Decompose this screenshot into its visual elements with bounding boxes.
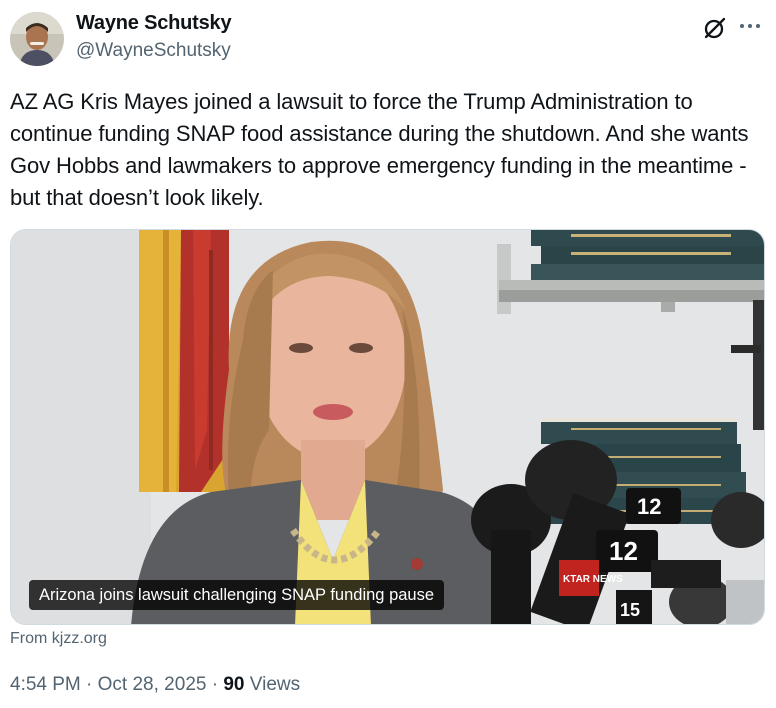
meta-separator-1: · bbox=[80, 674, 98, 695]
views-label[interactable]: Views bbox=[244, 674, 300, 695]
flag-graphic bbox=[139, 230, 229, 492]
more-horizontal-icon bbox=[740, 24, 760, 28]
meta-separator-2: · bbox=[206, 674, 224, 695]
author-name[interactable]: Wayne Schutsky bbox=[76, 12, 232, 35]
views-count[interactable]: 90 bbox=[223, 674, 244, 695]
card-caption: Arizona joins lawsuit challenging SNAP f… bbox=[29, 580, 445, 610]
mic-flag-label-4: 15 bbox=[620, 600, 640, 620]
tweet-header: Wayne Schutsky @WayneSchutsky bbox=[0, 0, 776, 80]
more-button[interactable] bbox=[735, 11, 765, 41]
grok-button[interactable] bbox=[700, 13, 730, 43]
tweet-meta: 4:54 PM · Oct 28, 2025 · 90 Views bbox=[10, 674, 300, 696]
tweet-text: AZ AG Kris Mayes joined a lawsuit to for… bbox=[10, 89, 749, 210]
mic-flag-label-2: 12 bbox=[609, 536, 638, 566]
card-source-link[interactable]: From kjzz.org bbox=[10, 630, 107, 648]
mic-flag-label-3: KTAR NEWS bbox=[563, 574, 623, 585]
author-handle[interactable]: @WayneSchutsky bbox=[76, 40, 231, 62]
grok-slash-icon bbox=[704, 17, 726, 39]
avatar[interactable] bbox=[10, 12, 64, 66]
link-card[interactable]: 12 12 KTAR NEWS 15 Arizona joins lawsuit… bbox=[10, 229, 765, 625]
tweet-container: Wayne Schutsky @WayneSchutsky AZ AG Kris… bbox=[0, 0, 776, 708]
tweet-date[interactable]: Oct 28, 2025 bbox=[98, 674, 207, 695]
card-photo: 12 12 KTAR NEWS 15 bbox=[11, 230, 764, 624]
tweet-time[interactable]: 4:54 PM bbox=[10, 674, 81, 695]
avatar-image bbox=[10, 12, 64, 66]
mic-flag-label-1: 12 bbox=[637, 494, 661, 519]
